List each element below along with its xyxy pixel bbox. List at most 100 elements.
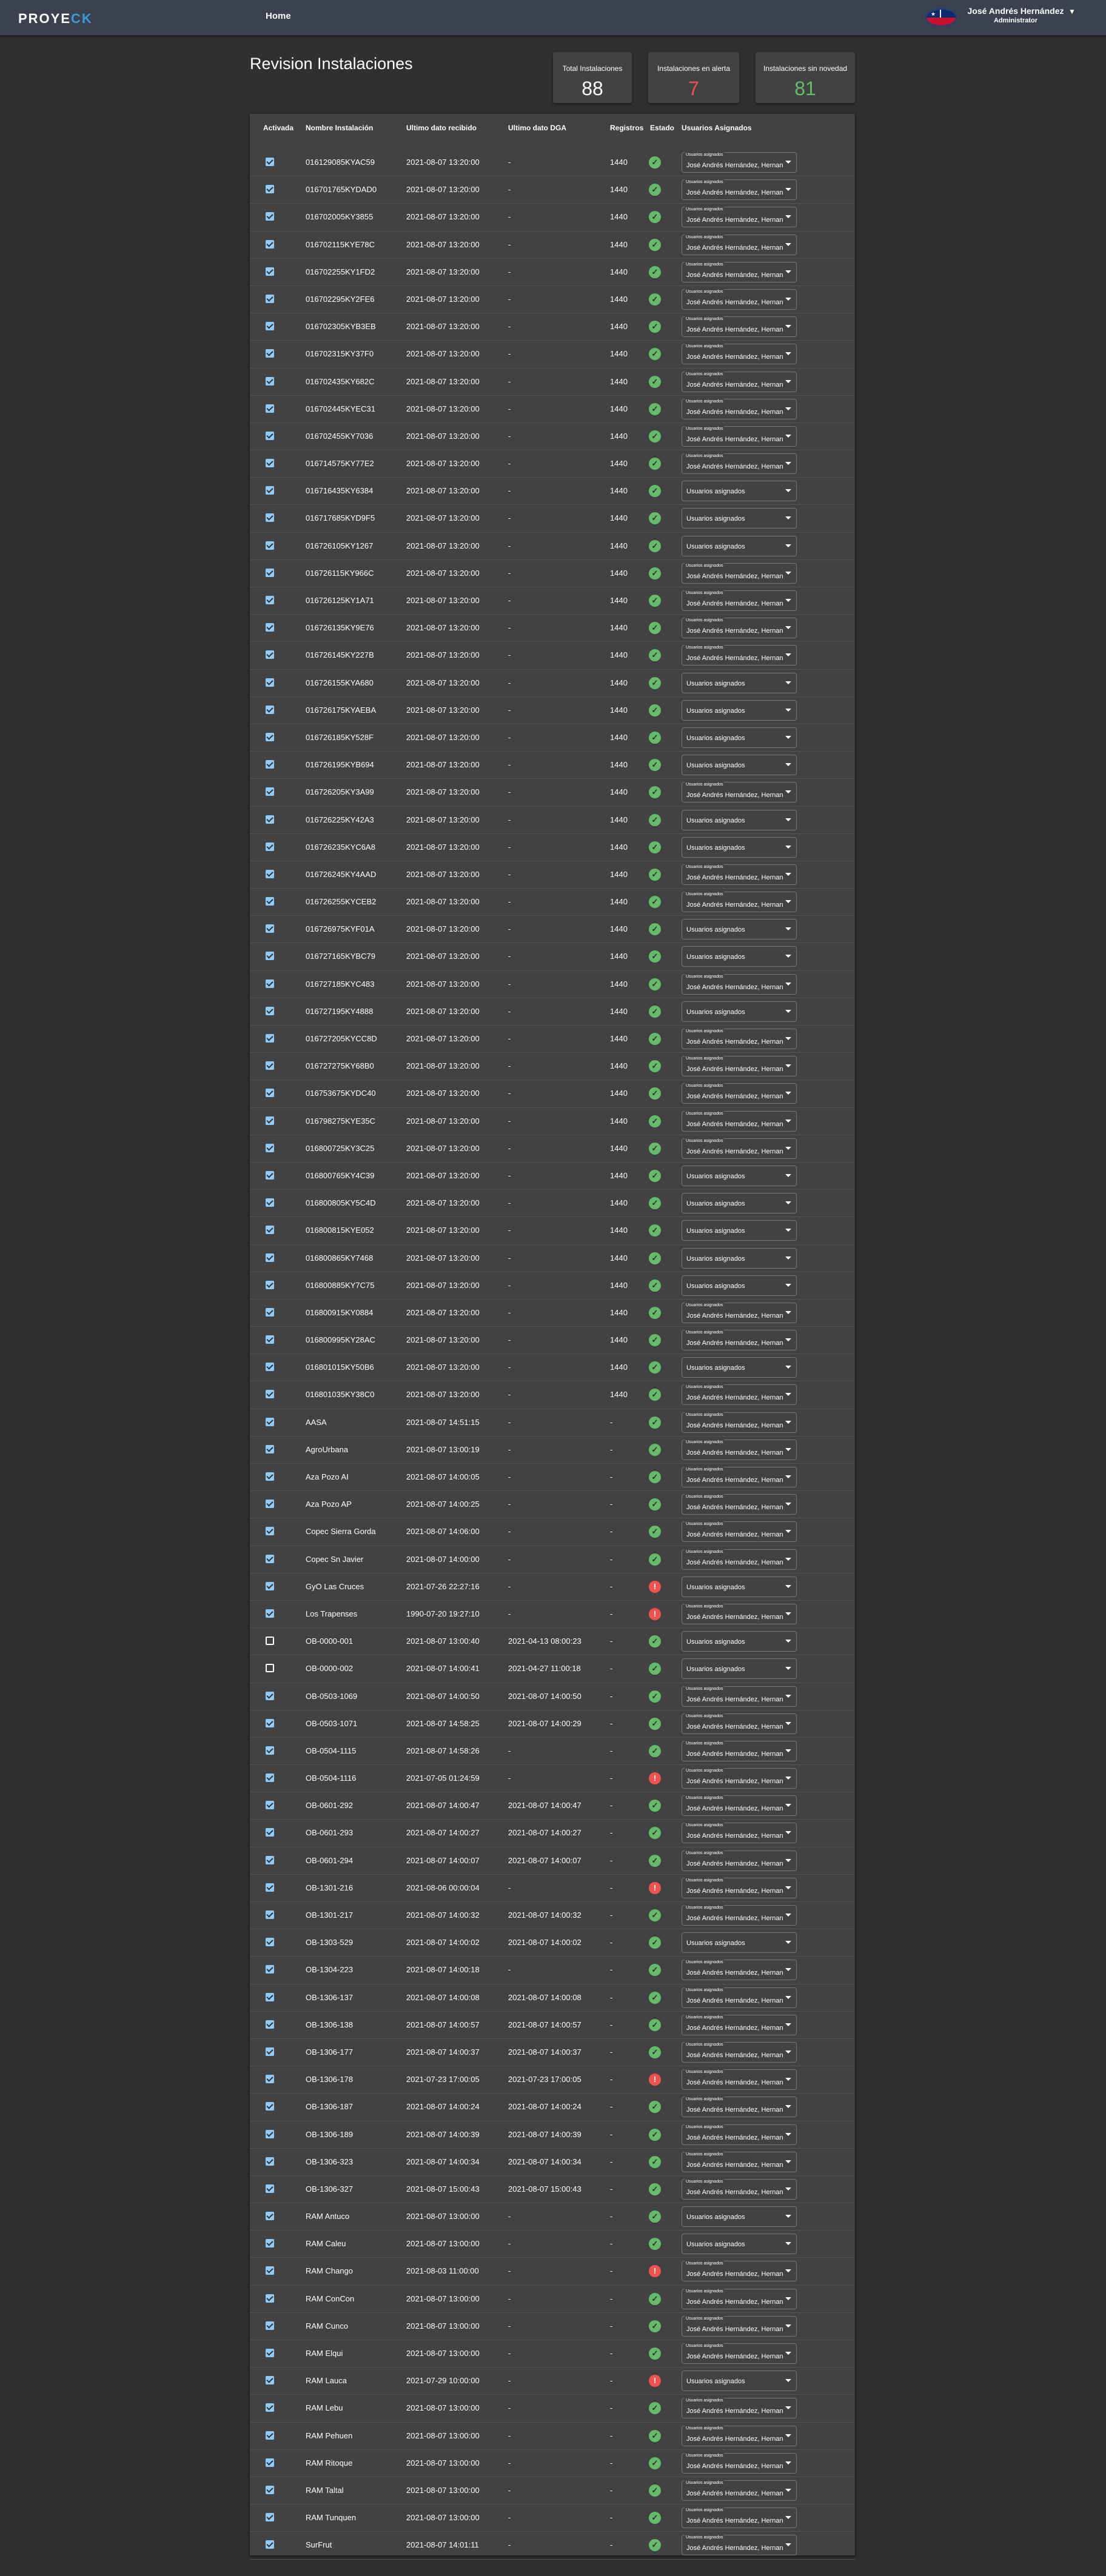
activada-checkbox[interactable] [266, 2047, 274, 2056]
assigned-users-select[interactable]: Usuarios asignados José Andrés Hernández,… [682, 371, 797, 392]
activada-checkbox[interactable] [266, 1691, 274, 1700]
activada-checkbox[interactable] [266, 1116, 274, 1125]
activada-checkbox[interactable] [266, 2513, 274, 2522]
assigned-users-select[interactable]: Usuarios asignados José Andrés Hernández,… [682, 2069, 797, 2090]
activada-checkbox[interactable] [266, 2294, 274, 2303]
assigned-users-select[interactable]: Usuarios asignados José Andrés Hernández,… [682, 1549, 797, 1570]
activada-checkbox[interactable] [266, 2458, 274, 2467]
assigned-users-select[interactable]: Usuarios asignados [682, 672, 797, 693]
header-ultimo-dga[interactable]: Ultimo dato DGA [508, 124, 566, 132]
assigned-users-select[interactable]: Usuarios asignados José Andrés Hernández,… [682, 2535, 797, 2556]
activada-checkbox[interactable] [266, 1774, 274, 1783]
assigned-users-select[interactable]: Usuarios asignados [682, 727, 797, 748]
assigned-users-select[interactable]: Usuarios asignados José Andrés Hernández,… [682, 1412, 797, 1433]
activada-checkbox[interactable] [266, 705, 274, 714]
activada-checkbox[interactable] [266, 1280, 274, 1289]
activada-checkbox[interactable] [266, 1718, 274, 1727]
activada-checkbox[interactable] [266, 459, 274, 468]
assigned-users-select[interactable]: Usuarios asignados José Andrés Hernández,… [682, 1029, 797, 1049]
user-menu[interactable]: José Andrés Hernández Administrator [964, 6, 1067, 24]
assigned-users-select[interactable]: Usuarios asignados [682, 2234, 797, 2255]
activada-checkbox[interactable] [266, 952, 274, 961]
chile-flag-icon[interactable]: ★ [925, 8, 957, 27]
activada-checkbox[interactable] [266, 1965, 274, 1974]
assigned-users-select[interactable]: Usuarios asignados José Andrés Hernández,… [682, 562, 797, 584]
assigned-users-select[interactable]: Usuarios asignados [682, 481, 797, 502]
header-nombre[interactable]: Nombre Instalación [306, 124, 373, 132]
activada-checkbox[interactable] [266, 322, 274, 331]
activada-checkbox[interactable] [266, 2212, 274, 2221]
activada-checkbox[interactable] [266, 897, 274, 906]
assigned-users-select[interactable]: Usuarios asignados José Andrés Hernández,… [682, 1330, 797, 1351]
activada-checkbox[interactable] [266, 1801, 274, 1810]
activada-checkbox[interactable] [266, 2403, 274, 2412]
assigned-users-select[interactable]: Usuarios asignados José Andrés Hernández,… [682, 289, 797, 310]
activada-checkbox[interactable] [266, 1992, 274, 2001]
assigned-users-select[interactable]: Usuarios asignados José Andrés Hernández,… [682, 782, 797, 803]
assigned-users-select[interactable]: Usuarios asignados José Andrés Hernández,… [682, 207, 797, 228]
activada-checkbox[interactable] [266, 239, 274, 249]
activada-checkbox[interactable] [266, 541, 274, 550]
chevron-down-icon[interactable]: ▼ [1068, 7, 1076, 16]
assigned-users-select[interactable]: Usuarios asignados José Andrés Hernández,… [682, 618, 797, 639]
activada-checkbox[interactable] [266, 2239, 274, 2248]
assigned-users-select[interactable]: Usuarios asignados José Andrés Hernández,… [682, 892, 797, 913]
activada-checkbox[interactable] [266, 1143, 274, 1152]
assigned-users-select[interactable]: Usuarios asignados José Andrés Hernández,… [682, 453, 797, 475]
activada-checkbox[interactable] [266, 1198, 274, 1207]
activada-checkbox[interactable] [266, 1170, 274, 1180]
activada-checkbox[interactable] [266, 1006, 274, 1015]
assigned-users-select[interactable]: Usuarios asignados José Andrés Hernández,… [682, 1083, 797, 1104]
activada-checkbox[interactable] [266, 349, 274, 358]
activada-checkbox[interactable] [266, 1664, 274, 1673]
activada-checkbox[interactable] [266, 1226, 274, 1235]
activada-checkbox[interactable] [266, 2431, 274, 2440]
activada-checkbox[interactable] [266, 1363, 274, 1372]
activada-checkbox[interactable] [266, 486, 274, 495]
activada-checkbox[interactable] [266, 294, 274, 303]
activada-checkbox[interactable] [266, 1335, 274, 1344]
activada-checkbox[interactable] [266, 1089, 274, 1098]
activada-checkbox[interactable] [266, 732, 274, 741]
activada-checkbox[interactable] [266, 2129, 274, 2138]
header-usuarios[interactable]: Usuarios Asignados [682, 124, 752, 132]
assigned-users-select[interactable]: Usuarios asignados [682, 1631, 797, 1652]
assigned-users-select[interactable]: Usuarios asignados José Andrés Hernández,… [682, 1850, 797, 1871]
activada-checkbox[interactable] [266, 650, 274, 659]
assigned-users-select[interactable]: Usuarios asignados [682, 1357, 797, 1378]
assigned-users-select[interactable]: Usuarios asignados José Andrés Hernández,… [682, 1302, 797, 1323]
assigned-users-select[interactable]: Usuarios asignados José Andrés Hernández,… [682, 179, 797, 201]
assigned-users-select[interactable]: Usuarios asignados José Andrés Hernández,… [682, 645, 797, 666]
assigned-users-select[interactable]: Usuarios asignados [682, 508, 797, 529]
activada-checkbox[interactable] [266, 1746, 274, 1755]
assigned-users-select[interactable]: Usuarios asignados José Andrés Hernández,… [682, 152, 797, 173]
assigned-users-select[interactable]: Usuarios asignados José Andrés Hernández,… [682, 2288, 797, 2309]
assigned-users-select[interactable]: Usuarios asignados José Andrés Hernández,… [682, 2178, 797, 2200]
activada-checkbox[interactable] [266, 2020, 274, 2029]
assigned-users-select[interactable]: Usuarios asignados José Andrés Hernández,… [682, 1905, 797, 1926]
activada-checkbox[interactable] [266, 1828, 274, 1837]
header-registros[interactable]: Registros [610, 124, 643, 132]
assigned-users-select[interactable]: Usuarios asignados José Andrés Hernández,… [682, 1740, 797, 1761]
activada-checkbox[interactable] [266, 158, 274, 166]
assigned-users-select[interactable]: Usuarios asignados [682, 809, 797, 830]
assigned-users-select[interactable]: Usuarios asignados José Andrés Hernández,… [682, 2425, 797, 2446]
activada-checkbox[interactable] [266, 2266, 274, 2275]
activada-checkbox[interactable] [266, 1500, 274, 1509]
activada-checkbox[interactable] [266, 869, 274, 878]
assigned-users-select[interactable]: Usuarios asignados José Andrés Hernández,… [682, 1494, 797, 1515]
activada-checkbox[interactable] [266, 568, 274, 577]
activada-checkbox[interactable] [266, 678, 274, 687]
assigned-users-select[interactable]: Usuarios asignados [682, 1165, 797, 1186]
assigned-users-select[interactable]: Usuarios asignados [682, 836, 797, 858]
assigned-users-select[interactable]: Usuarios asignados José Andrés Hernández,… [682, 1056, 797, 1077]
assigned-users-select[interactable]: Usuarios asignados [682, 1247, 797, 1269]
activada-checkbox[interactable] [266, 2157, 274, 2166]
activada-checkbox[interactable] [266, 979, 274, 988]
activada-checkbox[interactable] [266, 815, 274, 824]
activada-checkbox[interactable] [266, 2349, 274, 2357]
activada-checkbox[interactable] [266, 1472, 274, 1481]
assigned-users-select[interactable]: Usuarios asignados José Andrés Hernández,… [682, 1768, 797, 1789]
assigned-users-select[interactable]: Usuarios asignados José Andrés Hernández,… [682, 1686, 797, 1707]
assigned-users-select[interactable]: Usuarios asignados José Andrés Hernández,… [682, 1713, 797, 1734]
